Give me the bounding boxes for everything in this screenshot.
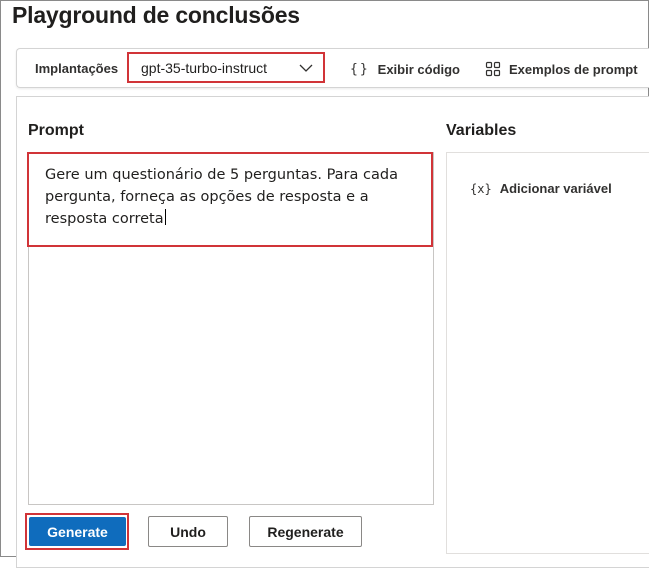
variables-heading: Variables — [446, 122, 517, 139]
text-caret — [164, 209, 166, 225]
add-variable-label: Adicionar variável — [499, 181, 612, 196]
prompt-text-content: Gere um questionário de 5 perguntas. Par… — [45, 167, 398, 227]
variables-panel — [446, 152, 649, 554]
regenerate-button[interactable]: Regenerate — [249, 516, 362, 547]
view-code-label: Exibir código — [377, 61, 460, 77]
view-code-button[interactable]: {} Exibir código — [350, 58, 460, 80]
undo-button[interactable]: Undo — [148, 516, 228, 547]
add-variable-button[interactable]: {x} Adicionar variável — [470, 181, 612, 196]
page-title: Playground de conclusões — [12, 2, 300, 28]
prompt-text[interactable]: Gere um questionário de 5 perguntas. Par… — [45, 164, 423, 230]
prompt-examples-button[interactable]: Exemplos de prompt — [485, 58, 638, 80]
deployment-select[interactable]: gpt-35-turbo-instruct — [127, 52, 325, 83]
generate-button[interactable]: Generate — [29, 517, 126, 546]
prompt-heading: Prompt — [28, 122, 84, 139]
chevron-down-icon — [299, 64, 313, 72]
prompt-examples-label: Exemplos de prompt — [509, 61, 638, 77]
toolbar: Implantações gpt-35-turbo-instruct {} Ex… — [16, 48, 649, 88]
deployments-label: Implantações — [35, 61, 119, 76]
braces-icon: {} — [350, 61, 370, 77]
deployment-value: gpt-35-turbo-instruct — [141, 60, 268, 76]
grid-icon — [485, 61, 501, 77]
variable-icon: {x} — [470, 181, 492, 196]
